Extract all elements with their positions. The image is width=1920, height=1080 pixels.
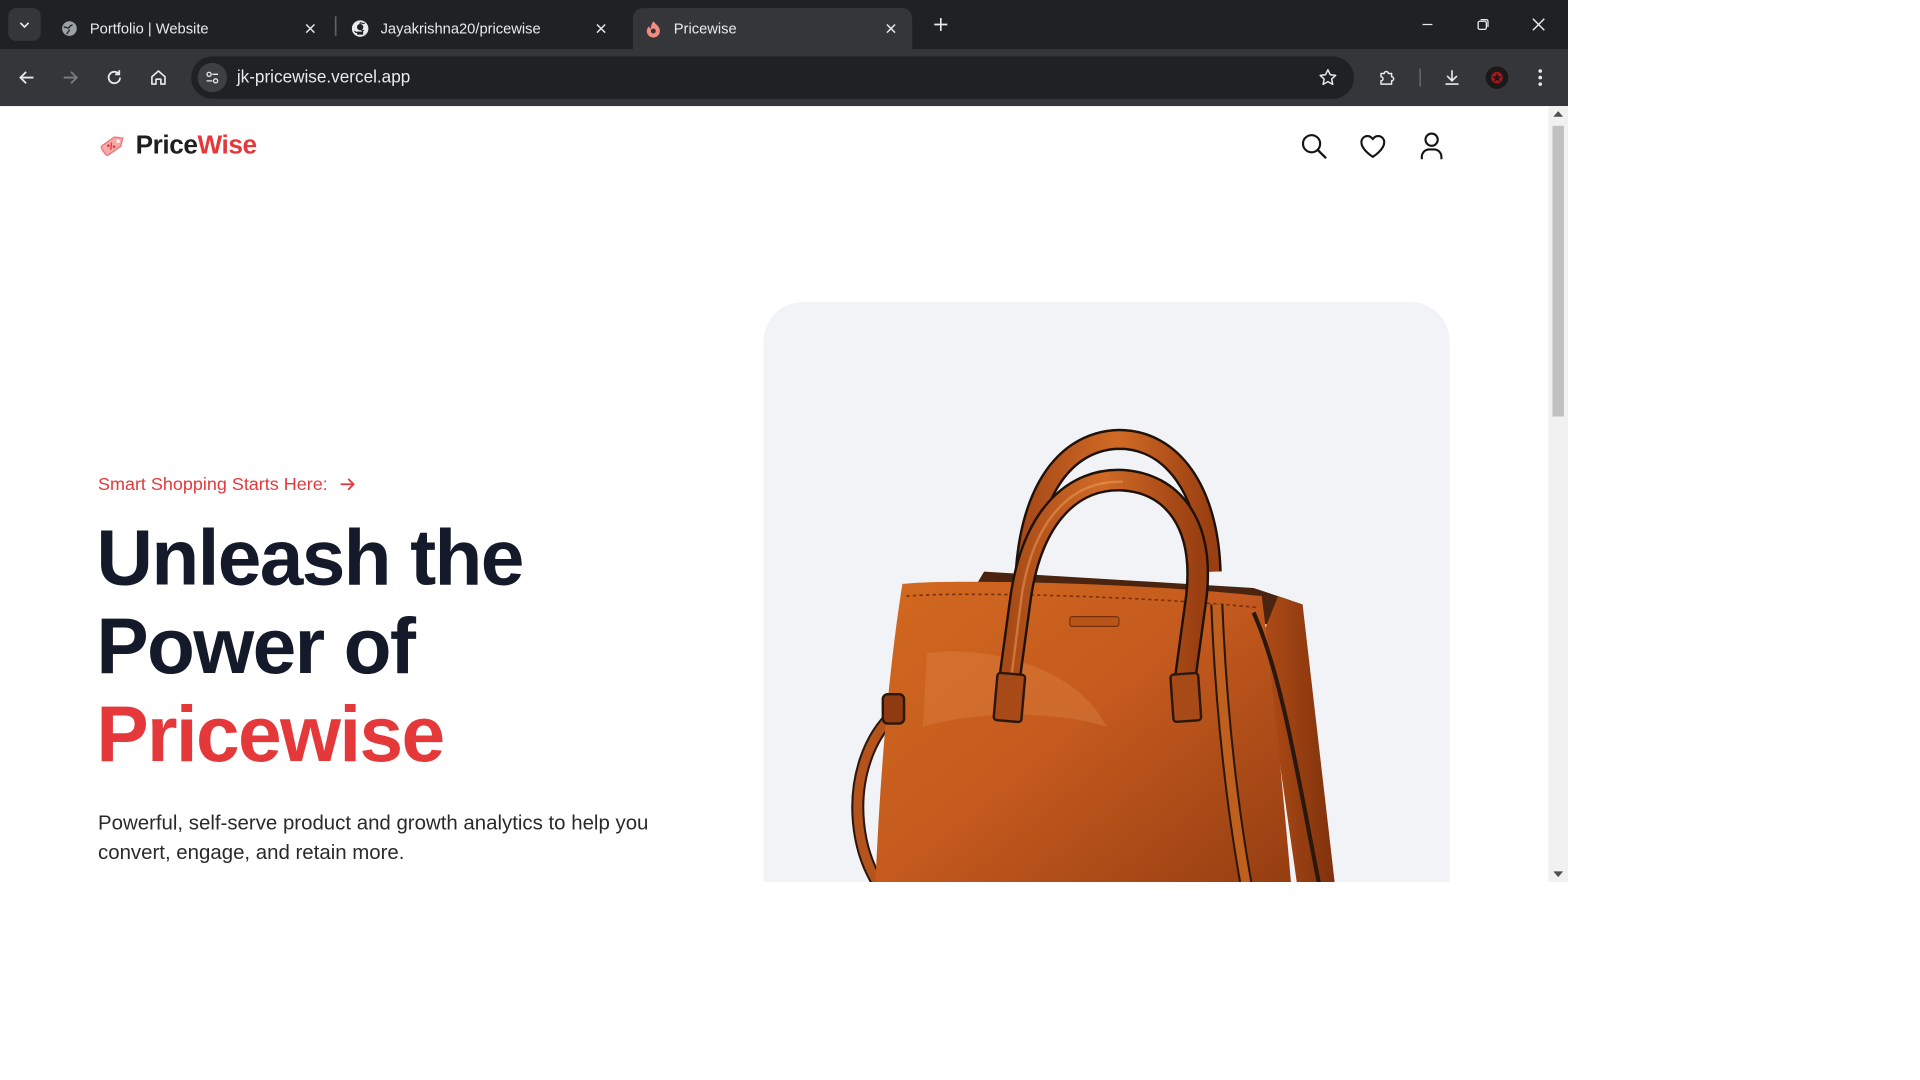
user-icon [1420,132,1443,160]
arrow-right-icon [340,478,355,491]
leather-handbag-image [851,428,1335,883]
browser-tab-bar: Portfolio | Website Jayakrishna20/pricew… [0,0,1569,50]
more-vertical-icon [1538,69,1543,86]
chevron-down-icon [19,22,30,29]
forward-button[interactable] [54,61,87,94]
puzzle-icon [1380,70,1395,85]
bookmark-button[interactable] [1315,65,1341,91]
logo-text-price: Price [135,129,198,159]
arrow-left-icon [19,71,34,84]
scroll-down-icon[interactable] [1553,871,1564,878]
close-tab-icon[interactable] [880,17,903,40]
search-button[interactable] [1299,131,1330,162]
back-button[interactable] [11,61,44,94]
toolbar-separator [1419,68,1422,87]
restore-icon [1477,18,1489,31]
reload-button[interactable] [98,61,131,94]
headline-line-1: Unleash the [96,514,524,602]
star-icon [1319,69,1337,86]
arrow-right-icon [63,71,79,84]
scrollbar-thumb[interactable] [1552,125,1564,417]
reload-icon [107,70,121,85]
page-viewport: Price Wise Smart Shopping Starts Here: Un… [0,106,1569,883]
tab-search-button[interactable] [8,8,41,41]
page-scrollbar[interactable] [1548,106,1569,883]
browser-menu-button[interactable] [1524,61,1557,94]
hero-headline: Unleash the Power of Pricewise [96,514,524,780]
price-tag-icon [100,136,124,156]
tab-title: Jayakrishna20/pricewise [380,20,541,37]
search-icon [1301,134,1327,159]
close-icon [1532,18,1545,31]
close-window-button[interactable] [1522,8,1555,41]
home-button[interactable] [142,61,175,94]
hero-image-card [763,302,1450,883]
site-logo[interactable]: Price Wise [98,129,257,160]
close-tab-icon[interactable] [299,17,322,40]
tab-pricewise[interactable]: Pricewise [632,8,913,50]
scroll-up-icon[interactable] [1553,111,1564,117]
tune-icon [206,71,219,84]
new-tab-button[interactable] [928,11,954,37]
downloads-button[interactable] [1436,61,1469,94]
account-button[interactable] [1416,131,1447,162]
tab-title: Pricewise [673,20,737,37]
browser-toolbar: jk-pricewise.vercel.app [0,49,1569,107]
home-icon [151,70,166,85]
logo-text-wise: Wise [197,129,257,159]
hero-tagline[interactable]: Smart Shopping Starts Here: [98,474,357,495]
tab-portfolio[interactable]: Portfolio | Website [42,8,331,49]
globe-icon [60,20,78,38]
pricewise-favicon-icon [644,20,662,38]
minimize-button[interactable] [1411,8,1444,41]
github-icon [351,20,369,38]
headline-line-2: Power of [96,602,416,691]
tagline-text: Smart Shopping Starts Here: [98,473,328,495]
close-tab-icon[interactable] [590,17,613,40]
restore-button[interactable] [1467,8,1500,41]
profile-avatar[interactable] [1484,65,1510,90]
tab-github[interactable]: Jayakrishna20/pricewise [333,8,622,49]
minimize-icon [1422,23,1433,26]
avatar-icon [1491,71,1503,84]
hero-subtext: Powerful, self-serve product and growth … [98,811,649,865]
tab-title: Portfolio | Website [89,20,209,37]
url-text: jk-pricewise.vercel.app [236,67,411,87]
extensions-button[interactable] [1371,61,1404,94]
download-icon [1445,70,1459,85]
address-bar[interactable]: jk-pricewise.vercel.app [191,56,1355,99]
heart-icon [1360,134,1386,158]
headline-line-3: Pricewise [96,690,445,779]
site-info-button[interactable] [197,62,228,93]
plus-icon [934,17,948,32]
wishlist-button[interactable] [1357,131,1388,162]
